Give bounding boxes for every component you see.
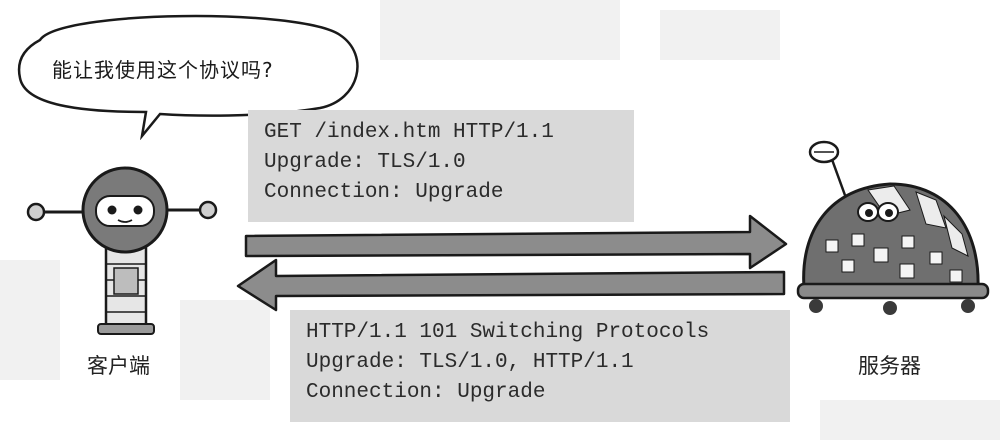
request-arrow [244, 214, 788, 270]
client-robot-illustration [26, 166, 218, 335]
server-label: 服务器 [858, 354, 921, 378]
client-label: 客户端 [87, 354, 150, 378]
server-robot-illustration [796, 140, 990, 315]
response-arrow [236, 258, 786, 312]
